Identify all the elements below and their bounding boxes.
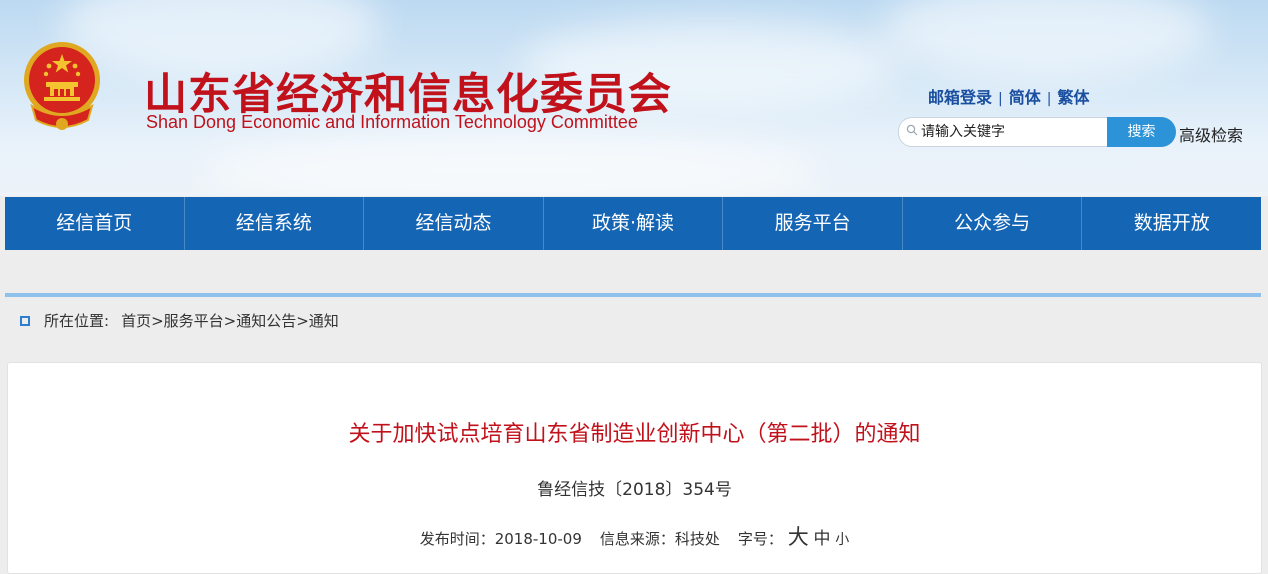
breadcrumb: 所在位置: 首页> 服务平台> 通知公告> 通知 — [20, 310, 339, 331]
search-icon — [906, 124, 918, 136]
nav-item-data[interactable]: 数据开放 — [1082, 197, 1261, 250]
font-size-small[interactable]: 小 — [835, 532, 849, 548]
article-meta: 发布时间：2018-10-09 信息来源：科技处 字号： 大 中 小 — [8, 521, 1261, 551]
advanced-search-link[interactable]: 高级检索 — [1179, 122, 1243, 146]
national-emblem-icon — [24, 42, 100, 130]
simplified-link[interactable]: 简体 — [1009, 88, 1041, 107]
article-panel: 关于加快试点培育山东省制造业创新中心（第二批）的通知 鲁经信技〔2018〕354… — [7, 362, 1262, 574]
mail-login-link[interactable]: 邮箱登录 — [928, 88, 992, 107]
breadcrumb-notices[interactable]: 通知公告> — [236, 310, 309, 331]
publish-time: 发布时间：2018-10-09 — [419, 530, 582, 548]
link-separator: | — [1046, 91, 1052, 107]
header-banner: 山东省经济和信息化委员会 Shan Dong Economic and Info… — [0, 0, 1268, 196]
info-source: 信息来源：科技处 — [599, 530, 720, 548]
nav-item-public[interactable]: 公众参与 — [903, 197, 1083, 250]
nav-item-service[interactable]: 服务平台 — [723, 197, 903, 250]
link-separator: | — [998, 91, 1003, 107]
article-title: 关于加快试点培育山东省制造业创新中心（第二批）的通知 — [348, 422, 921, 447]
breadcrumb-home[interactable]: 首页> — [121, 310, 164, 331]
search-box — [898, 117, 1109, 147]
nav-item-system[interactable]: 经信系统 — [185, 197, 365, 250]
breadcrumb-label: 所在位置: — [44, 312, 110, 330]
font-size-large[interactable]: 大 — [788, 525, 809, 549]
breadcrumb-service[interactable]: 服务平台> — [164, 310, 237, 331]
font-size-label: 字号： — [737, 530, 783, 548]
nav-item-home[interactable]: 经信首页 — [5, 197, 185, 250]
search-input[interactable] — [921, 120, 1101, 144]
search-button[interactable]: 搜索 — [1107, 117, 1176, 147]
nav-item-policy[interactable]: 政策·解读 — [544, 197, 724, 250]
traditional-link[interactable]: 繁体 — [1057, 88, 1089, 107]
top-links: 邮箱登录 | 简体 | 繁体 — [928, 84, 1089, 108]
nav-item-news[interactable]: 经信动态 — [364, 197, 544, 250]
font-size-medium[interactable]: 中 — [814, 529, 831, 549]
square-icon — [20, 315, 30, 326]
breadcrumb-current[interactable]: 通知 — [309, 310, 339, 331]
search-bar: 搜索 — [898, 117, 1176, 147]
site-title-en: Shan Dong Economic and Information Techn… — [146, 112, 638, 132]
main-nav: 经信首页 经信系统 经信动态 政策·解读 服务平台 公众参与 数据开放 — [5, 197, 1261, 250]
divider-line — [5, 293, 1261, 297]
document-number: 鲁经信技〔2018〕354号 — [537, 480, 732, 500]
